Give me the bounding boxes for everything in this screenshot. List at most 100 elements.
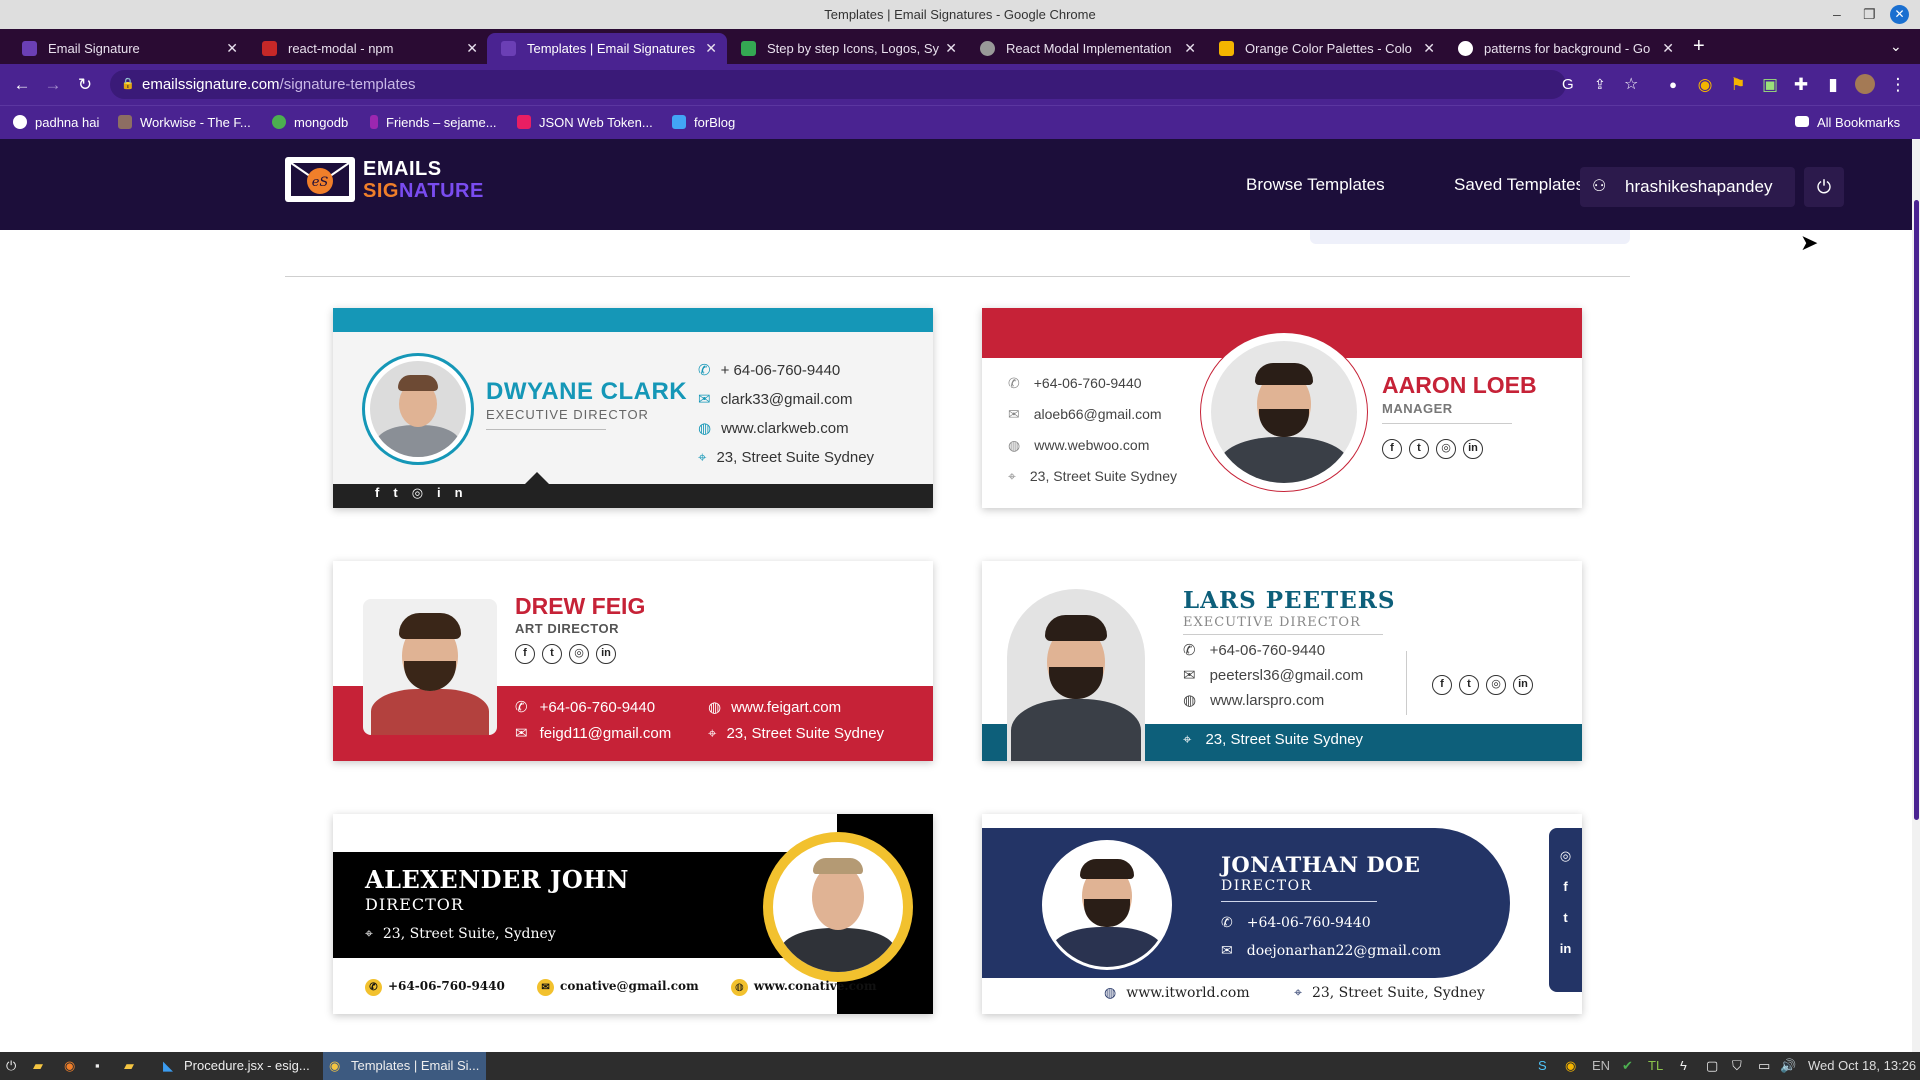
extensions-puzzle-icon[interactable]: ✚ xyxy=(1788,64,1814,105)
template-card-dwyane-clark[interactable]: DWYANE CLARK EXECUTIVE DIRECTOR ✆ + 64-06… xyxy=(333,308,933,508)
linkedin-icon[interactable]: in xyxy=(596,644,616,664)
power-tray-icon[interactable]: ϟ xyxy=(1680,1052,1687,1080)
bookmark-label: JSON Web Token... xyxy=(539,115,653,130)
minimize-icon[interactable]: – xyxy=(1833,0,1841,29)
firefox-icon[interactable]: ◉ xyxy=(64,1052,75,1080)
close-tab-icon[interactable]: ✕ xyxy=(1662,33,1674,64)
user-account-button[interactable]: ⚇ hrashikeshapandey xyxy=(1580,167,1795,207)
tab-templates[interactable]: Templates | Email Signatures ✕ xyxy=(487,33,727,64)
linkedin-icon[interactable]: in xyxy=(1549,933,1582,964)
close-tab-icon[interactable]: ✕ xyxy=(466,33,478,64)
tl-icon[interactable]: TL xyxy=(1648,1052,1663,1080)
clock[interactable]: Wed Oct 18, 13:26 xyxy=(1808,1052,1916,1080)
terminal-icon[interactable]: ▪ xyxy=(95,1052,100,1080)
google-lens-icon[interactable]: G xyxy=(1562,70,1574,99)
notch xyxy=(525,472,549,484)
tab-search-icon[interactable]: ⌄ xyxy=(1890,29,1902,64)
twitter-icon[interactable]: t xyxy=(1459,675,1479,695)
profile-avatar[interactable] xyxy=(1855,74,1875,94)
bookmark-friends[interactable]: Friends – sejame... xyxy=(370,106,497,140)
instagram-icon[interactable]: ◎ xyxy=(569,644,589,664)
instagram-icon[interactable]: ◎ xyxy=(1436,439,1456,459)
nav-browse-templates[interactable]: Browse Templates xyxy=(1246,175,1385,195)
forward-icon[interactable]: → xyxy=(40,64,66,105)
clipboard-icon[interactable]: ▢ xyxy=(1706,1052,1718,1080)
linkedin-icon[interactable]: in xyxy=(1513,675,1533,695)
phone-text: +64-06-760-9440 xyxy=(1246,915,1371,931)
extension-1-icon[interactable]: ● xyxy=(1660,64,1686,105)
nav-saved-templates[interactable]: Saved Templates xyxy=(1454,175,1584,195)
signature-title: DIRECTOR xyxy=(365,895,464,914)
taskbar-vscode[interactable]: ◣ Procedure.jsx - esig... xyxy=(160,1052,310,1080)
facebook-icon[interactable]: f xyxy=(515,644,535,664)
close-tab-icon[interactable]: ✕ xyxy=(1423,33,1435,64)
twitter-icon[interactable]: t xyxy=(1549,902,1582,933)
address-bar[interactable]: 🔒 emailssignature.com/signature-template… xyxy=(110,70,1638,99)
volume-icon[interactable]: 🔊 xyxy=(1780,1052,1796,1080)
template-card-jonathan-doe[interactable]: ◎ f t in JONATHAN DOE DIRECTOR ✆ +64-06-760-… xyxy=(982,814,1582,1014)
avatar xyxy=(363,599,497,735)
skype-icon[interactable]: S xyxy=(1538,1052,1547,1080)
contact-list: ✆ +64-06-760-9440 ✉ peetersl36@gmail.com ◍… xyxy=(1183,638,1363,713)
extension-3-icon[interactable]: ▣ xyxy=(1757,64,1783,105)
contact-phone: ✆ +64-06-760-9440 xyxy=(515,695,671,721)
tab-orange-palettes[interactable]: Orange Color Palettes - Colo ✕ xyxy=(1205,33,1445,64)
tab-react-modal-impl[interactable]: React Modal Implementation ✕ xyxy=(966,33,1206,64)
bookmark-star-icon[interactable]: ☆ xyxy=(1624,70,1638,99)
logout-button[interactable]: ⏻ xyxy=(1804,167,1844,207)
address-text: 23, Street Suite Sydney xyxy=(716,449,875,466)
bookmark-mongodb[interactable]: mongodb xyxy=(272,106,348,140)
close-window-icon[interactable]: ✕ xyxy=(1890,5,1909,24)
new-tab-icon[interactable]: + xyxy=(1693,29,1705,64)
phone-icon: ✆ xyxy=(698,362,711,379)
google-icon xyxy=(1458,41,1473,56)
signature-name: DREW FEIG xyxy=(515,593,646,619)
taskbar-chrome[interactable]: ◉ Templates | Email Si... xyxy=(323,1052,486,1080)
check-icon[interactable]: ✔ xyxy=(1622,1052,1633,1080)
close-tab-icon[interactable]: ✕ xyxy=(705,33,717,64)
instagram-icon[interactable]: ◎ xyxy=(1549,840,1582,871)
tab-step-by-step[interactable]: Step by step Icons, Logos, Sy ✕ xyxy=(727,33,967,64)
contact-left: ✆ +64-06-760-9440 ✉ feigd11@gmail.com xyxy=(515,695,671,747)
shield-icon[interactable]: ⛉ xyxy=(1732,1052,1742,1080)
template-card-lars-peeters[interactable]: LARS PEETERS EXECUTIVE DIRECTOR ✆ +64-06-… xyxy=(982,561,1582,761)
all-bookmarks[interactable]: All Bookmarks xyxy=(1795,106,1900,140)
extension-2-icon[interactable]: ⚑ xyxy=(1725,64,1751,105)
reload-icon[interactable]: ↻ xyxy=(72,64,98,105)
bookmark-workwise[interactable]: Workwise - The F... xyxy=(118,106,251,140)
chrome-menu-icon[interactable]: ⋮ xyxy=(1885,64,1911,105)
linkedin-icon[interactable]: in xyxy=(1463,439,1483,459)
system-menu-icon[interactable]: ⏻ xyxy=(6,1052,16,1080)
color-picker-icon[interactable]: ◉ xyxy=(1692,64,1718,105)
logo-icon[interactable]: eS xyxy=(285,157,355,202)
share-icon[interactable]: ⇪ xyxy=(1594,70,1606,99)
close-tab-icon[interactable]: ✕ xyxy=(1184,33,1196,64)
maximize-icon[interactable]: ❐ xyxy=(1863,0,1876,29)
twitter-icon[interactable]: t xyxy=(1409,439,1429,459)
side-panel-icon[interactable]: ▮ xyxy=(1820,64,1846,105)
template-card-alexender-john[interactable]: ALEXENDER JOHN DIRECTOR ⌖ 23, Street Suit… xyxy=(333,814,933,1014)
template-card-aaron-loeb[interactable]: ✆ +64-06-760-9440 ✉ aloeb66@gmail.com ◍ www… xyxy=(982,308,1582,508)
tab-patterns[interactable]: patterns for background - Go ✕ xyxy=(1444,33,1684,64)
tab-react-modal[interactable]: react-modal - npm ✕ xyxy=(248,33,488,64)
folder-icon[interactable]: ▰ xyxy=(33,1052,43,1080)
bookmark-forblog[interactable]: forBlog xyxy=(672,106,735,140)
close-tab-icon[interactable]: ✕ xyxy=(226,33,238,64)
twitter-icon[interactable]: t xyxy=(542,644,562,664)
logo-text-emails: EMAILS xyxy=(363,158,442,180)
back-icon[interactable]: ← xyxy=(9,64,35,105)
facebook-icon[interactable]: f xyxy=(1382,439,1402,459)
bookmark-jwt[interactable]: JSON Web Token... xyxy=(517,106,653,140)
tab-email-signature[interactable]: Email Signature ✕ xyxy=(8,33,248,64)
facebook-icon[interactable]: f xyxy=(1549,871,1582,902)
facebook-icon[interactable]: f xyxy=(1432,675,1452,695)
battery-icon[interactable]: ▭ xyxy=(1758,1052,1770,1080)
files-icon[interactable]: ▰ xyxy=(124,1052,134,1080)
bookmark-padhna[interactable]: padhna hai xyxy=(13,106,99,140)
lang-indicator[interactable]: EN xyxy=(1592,1052,1610,1080)
close-tab-icon[interactable]: ✕ xyxy=(945,33,957,64)
chrome-tray-icon[interactable]: ◉ xyxy=(1565,1052,1576,1080)
scrollbar-thumb[interactable] xyxy=(1914,200,1919,820)
instagram-icon[interactable]: ◎ xyxy=(1486,675,1506,695)
template-card-drew-feig[interactable]: DREW FEIG ART DIRECTOR f t ◎ in ✆ +64-06-760… xyxy=(333,561,933,761)
